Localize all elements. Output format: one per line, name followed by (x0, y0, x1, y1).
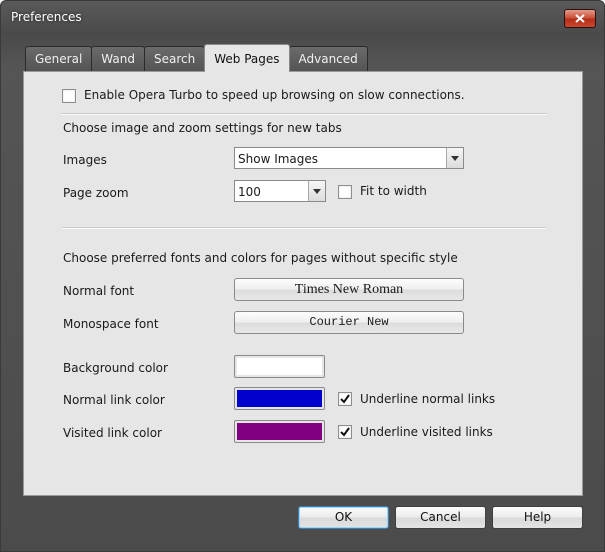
images-dropdown-arrow[interactable] (446, 148, 463, 168)
opera-turbo-checkbox[interactable] (62, 89, 76, 103)
underline-visited-links-checkbox[interactable] (338, 425, 352, 439)
normal-link-color-label: Normal link color (63, 393, 165, 407)
fonts-section-heading: Choose preferred fonts and colors for pa… (63, 251, 458, 265)
images-dropdown[interactable]: Show Images (234, 147, 464, 169)
title-bar[interactable]: Preferences (1, 1, 604, 33)
page-zoom-dropdown[interactable]: 100 (234, 180, 326, 202)
normal-link-color-swatch (237, 390, 322, 407)
monospace-font-button[interactable]: Courier New (234, 311, 464, 334)
normal-font-button[interactable]: Times New Roman (234, 278, 464, 301)
monospace-font-label: Monospace font (63, 317, 159, 331)
visited-link-color-swatch (237, 423, 322, 440)
underline-visited-links-label: Underline visited links (360, 425, 493, 439)
opera-turbo-label: Enable Opera Turbo to speed up browsing … (84, 88, 465, 102)
background-color-button[interactable] (234, 355, 325, 378)
chevron-down-icon (313, 188, 321, 194)
page-zoom-value: 100 (238, 185, 261, 199)
tab-search[interactable]: Search (143, 46, 206, 72)
checkmark-icon (340, 427, 350, 437)
underline-normal-links-checkbox[interactable] (338, 392, 352, 406)
background-color-swatch (237, 358, 322, 375)
fit-to-width-checkbox[interactable] (338, 185, 352, 199)
tab-strip: General Wand Search Web Pages Advanced (25, 44, 368, 72)
tab-web-pages[interactable]: Web Pages (204, 44, 290, 72)
normal-link-color-button[interactable] (234, 387, 325, 410)
preferences-window: Preferences General Wand Search Web Page… (0, 0, 605, 552)
web-pages-panel: Enable Opera Turbo to speed up browsing … (23, 71, 583, 496)
visited-link-color-label: Visited link color (63, 426, 162, 440)
chevron-down-icon (451, 155, 459, 161)
background-color-label: Background color (63, 361, 168, 375)
zoom-section-heading: Choose image and zoom settings for new t… (63, 121, 342, 135)
normal-font-label: Normal font (63, 284, 135, 298)
close-button[interactable] (564, 9, 596, 28)
tab-general[interactable]: General (25, 46, 93, 72)
ok-button[interactable]: OK (298, 506, 389, 529)
underline-normal-links-label: Underline normal links (360, 392, 496, 406)
page-zoom-label: Page zoom (63, 186, 129, 200)
images-label: Images (63, 153, 107, 167)
tab-wand[interactable]: Wand (91, 46, 145, 72)
close-icon (575, 14, 585, 23)
tab-advanced[interactable]: Advanced (288, 46, 368, 72)
checkmark-icon (340, 394, 350, 404)
images-value: Show Images (238, 152, 319, 166)
fit-to-width-label: Fit to width (360, 184, 427, 198)
cancel-button[interactable]: Cancel (395, 506, 486, 529)
help-button[interactable]: Help (492, 506, 583, 529)
page-zoom-dropdown-arrow[interactable] (308, 181, 325, 201)
separator (62, 227, 546, 229)
visited-link-color-button[interactable] (234, 420, 325, 443)
separator (62, 113, 546, 115)
window-title: Preferences (11, 10, 82, 24)
